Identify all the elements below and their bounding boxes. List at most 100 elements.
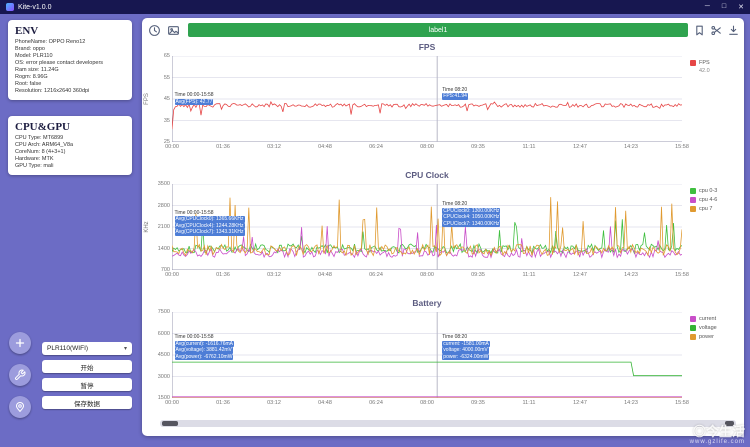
x-tick-label: 09:35 [471, 272, 485, 278]
x-tick-label: 15:58 [675, 272, 689, 278]
device-select[interactable]: PLR110(WIFI) ▾ [42, 342, 132, 355]
legend-swatch [690, 334, 696, 340]
env-card-title: ENV [15, 25, 39, 37]
cpu-clock-plot-svg [172, 184, 682, 270]
x-tick-label: 03:12 [267, 272, 281, 278]
series-line-voltage [172, 361, 682, 377]
legend-value: 42.0 [699, 68, 710, 74]
y-tick-label: 55 [163, 74, 170, 81]
cpu-gpu-card: CPU&GPU CPU Type: MT6899 CPU Arch: ARM64_… [8, 116, 132, 175]
legend-label: cpu 4-6 [699, 197, 718, 203]
x-tick-label: 14:23 [624, 272, 638, 278]
cpu-gpu-card-lines: CPU Type: MT6899 CPU Arch: ARM64_V8a CoreN… [15, 135, 125, 170]
legend: current voltage power [690, 316, 744, 343]
x-tick-label: 14:23 [624, 400, 638, 406]
locate-button[interactable] [9, 396, 31, 418]
legend-item[interactable]: FPS [690, 60, 744, 66]
series-line-cpu-4-6 [172, 224, 682, 259]
legend-label: cpu 7 [699, 206, 713, 212]
pin-icon [16, 402, 24, 412]
x-tick-label: 08:00 [420, 144, 434, 150]
wrench-icon [14, 369, 26, 381]
horizontal-scrollbar[interactable] [160, 420, 736, 427]
card-line: Root: false [15, 81, 42, 87]
legend-item[interactable]: power [690, 334, 744, 340]
card-line: Model: PLR110 [15, 53, 53, 59]
legend-swatch [690, 188, 696, 194]
legend-item[interactable]: voltage [690, 325, 744, 331]
y-tick-label: 6000 [157, 330, 170, 337]
legend-item[interactable]: cpu 4-6 [690, 197, 744, 203]
y-axis-name: FPS [144, 93, 150, 105]
maximize-button[interactable]: □ [722, 3, 726, 11]
legend-swatch [690, 197, 696, 203]
legend-item[interactable]: cpu 0-3 [690, 188, 744, 194]
x-tick-label: 15:58 [675, 400, 689, 406]
x-tick-label: 00:00 [165, 272, 179, 278]
legend-swatch [690, 60, 696, 66]
y-tick-label: 4500 [157, 352, 170, 358]
legend: FPS 42.0 [690, 60, 744, 77]
card-line: Hardware: MTK [15, 156, 54, 162]
cpu-clock-chart: CPU Clock Time 00:00-15:58 Avg(CPUClock0):… [142, 170, 744, 298]
legend-swatch [690, 206, 696, 212]
x-tick-label: 12:47 [573, 400, 587, 406]
battery-chart: Battery Time 00:00-15:58 Avg(current): -16… [142, 298, 744, 426]
add-button[interactable] [9, 332, 31, 354]
scrollbar-cap[interactable] [725, 421, 734, 426]
x-tick-label: 12:47 [573, 272, 587, 278]
y-axis-name: KHz [144, 221, 150, 233]
minimize-button[interactable]: ─ [705, 3, 710, 11]
card-line: Ram size: 11.24G [15, 67, 59, 73]
charts-area: FPS Time 00:00-15:58 Avg(FPS): 42.77 Time 0… [142, 18, 744, 436]
legend-label: power [699, 334, 714, 340]
plot-area: Time 00:00-15:58 Avg(CPUClock0): 1365.66K… [172, 184, 682, 270]
card-line: GPU Type: mali [15, 163, 54, 169]
legend-item[interactable]: cpu 7 [690, 206, 744, 212]
y-tick-label: 65 [163, 53, 170, 59]
card-line: Rogm: 8.96G [15, 74, 48, 80]
tools-button[interactable] [9, 364, 31, 386]
legend-label: voltage [699, 325, 717, 331]
x-tick-label: 06:24 [369, 144, 383, 150]
x-tick-label: 01:36 [216, 272, 230, 278]
x-tick-label: 03:12 [267, 400, 281, 406]
card-line: CoreNum: 8 (4+3+1) [15, 149, 66, 155]
x-tick-label: 11:11 [522, 272, 536, 278]
scrollbar-handle[interactable] [162, 421, 178, 426]
legend-label: FPS [699, 60, 710, 66]
fps-plot-svg [172, 56, 682, 142]
y-tick-label: 3000 [157, 373, 170, 380]
y-tick-label: 1400 [157, 245, 170, 252]
run-controls: PLR110(WIFI) ▾ 开始 暂停 保存数据 [42, 342, 132, 409]
legend-swatch [690, 325, 696, 331]
chart-title: FPS [418, 42, 436, 52]
y-tick-label: 7500 [157, 309, 170, 315]
card-line: Brand: oppo [15, 46, 45, 52]
window-controls: ─ □ ✕ [705, 3, 744, 11]
x-tick-label: 08:00 [420, 400, 434, 406]
env-card-lines: PhoneName: OPPO Reno12 Brand: oppo Model: … [15, 39, 125, 95]
x-tick-label: 12:47 [573, 144, 587, 150]
titlebar: Kite-v1.0.0 ─ □ ✕ [0, 0, 750, 14]
cpu-gpu-card-title: CPU&GPU [15, 121, 70, 133]
y-tick-label: 2800 [157, 202, 170, 209]
x-tick-label: 15:58 [675, 144, 689, 150]
x-tick-label: 04:48 [318, 144, 332, 150]
x-tick-label: 01:36 [216, 400, 230, 406]
close-button[interactable]: ✕ [738, 3, 744, 11]
chart-title: Battery [412, 298, 442, 308]
plot-area: Time 00:00-15:58 Avg(FPS): 42.77 Time 08:2… [172, 56, 682, 142]
battery-plot-svg [172, 312, 682, 398]
window-title: Kite-v1.0.0 [18, 3, 52, 11]
x-tick-label: 11:11 [522, 144, 536, 150]
env-card: ENV PhoneName: OPPO Reno12 Brand: oppo Mod… [8, 20, 132, 100]
start-button[interactable]: 开始 [42, 360, 132, 373]
card-line: CPU Type: MT6899 [15, 135, 64, 141]
pause-button[interactable]: 暂停 [42, 378, 132, 391]
card-line: Resolution: 1216x2640 360dpi [15, 88, 90, 94]
save-data-button[interactable]: 保存数据 [42, 396, 132, 409]
legend-item[interactable]: current [690, 316, 744, 322]
x-tick-label: 00:00 [165, 400, 179, 406]
legend-swatch [690, 316, 696, 322]
